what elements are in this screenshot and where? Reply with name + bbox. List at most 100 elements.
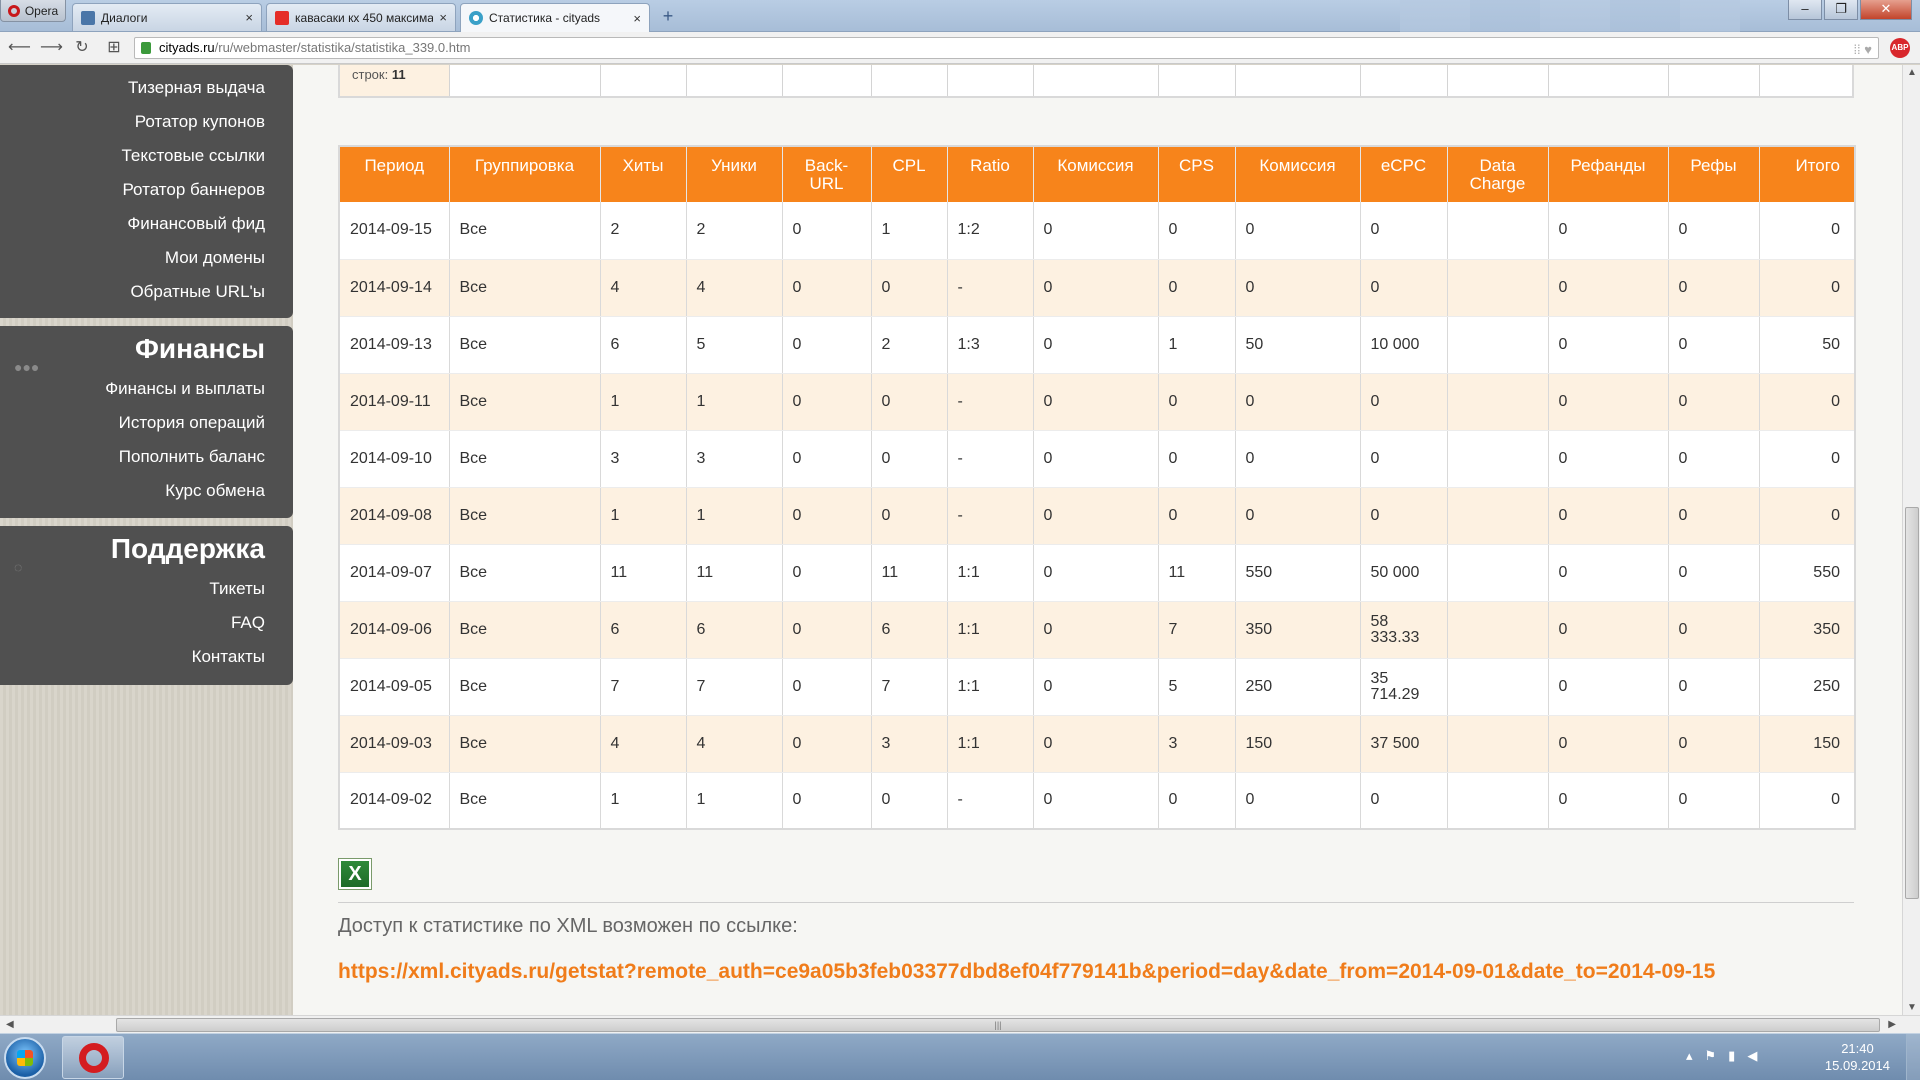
column-header[interactable]: Data Charge [1447, 146, 1549, 202]
tab-close-icon[interactable]: × [245, 10, 253, 25]
table-cell: 0 [1033, 259, 1159, 317]
sidebar-item-finance-feed[interactable]: Финансовый фид [0, 207, 293, 241]
close-window-icon[interactable]: ✕ [1860, 0, 1912, 20]
url-input[interactable]: cityads.ru/ru/webmaster/statistika/stati… [134, 37, 1879, 59]
vertical-scrollbar[interactable]: ▲ ▼ [1902, 65, 1920, 1015]
rows-count-cell: строк: 11 [340, 65, 450, 96]
table-cell: 0 [782, 601, 872, 659]
forward-icon[interactable]: ⟶ [40, 38, 63, 58]
table-cell: 11 [686, 544, 783, 602]
sidebar-item-text-links[interactable]: Текстовые ссылки [0, 139, 293, 173]
table-cell: 1 [600, 772, 687, 830]
adblock-plus-icon[interactable]: ABP [1890, 38, 1910, 58]
column-header[interactable]: Ratio [947, 146, 1034, 202]
scroll-right-icon[interactable]: ▶ [1888, 1019, 1896, 1030]
sidebar-item-faq[interactable]: FAQ [0, 606, 293, 640]
table-header-row: Период Группировка Хиты Уники Back-URL CPL Rat… [339, 146, 1856, 202]
tab-close-icon[interactable]: × [439, 10, 447, 25]
table-cell: 4 [600, 715, 687, 773]
column-header[interactable]: Итого [1759, 146, 1856, 202]
table-cell: 1:2 [947, 202, 1034, 260]
table-cell [1447, 658, 1549, 716]
sidebar-item-finance-payouts[interactable]: Финансы и выплаты [0, 372, 293, 406]
sidebar-item-banner-rotator[interactable]: Ротатор баннеров [0, 173, 293, 207]
table-cell: 0 [1033, 430, 1159, 488]
lifebuoy-icon: ◌ [14, 559, 23, 575]
table-cell: 0 [871, 772, 948, 830]
horizontal-scroll-thumb[interactable]: ||| [116, 1018, 1880, 1032]
table-cell: 35 714.29 [1360, 658, 1448, 716]
summary-cell [1159, 65, 1236, 96]
opera-menu-button[interactable]: Opera [0, 0, 66, 22]
show-desktop-button[interactable] [1906, 1034, 1920, 1080]
column-header[interactable]: Комиссия [1235, 146, 1361, 202]
taskbar-opera-button[interactable] [62, 1036, 124, 1079]
tab-statistics[interactable]: Статистика - cityads × [460, 3, 650, 32]
speed-dial-icon[interactable]: ⊞ [104, 38, 124, 58]
table-cell: 0 [1033, 658, 1159, 716]
sidebar-item-top-up-balance[interactable]: Пополнить баланс [0, 440, 293, 474]
table-cell: Все [449, 772, 601, 830]
column-header[interactable]: Комиссия [1033, 146, 1159, 202]
table-cell: 1:1 [947, 658, 1034, 716]
tab-close-icon[interactable]: × [633, 11, 641, 26]
sidebar-item-operations-history[interactable]: История операций [0, 406, 293, 440]
horizontal-scrollbar[interactable]: ◀ ||| ▶ [0, 1015, 1920, 1033]
table-cell: 0 [871, 487, 948, 545]
tab-dialogs[interactable]: Диалоги × [72, 3, 262, 31]
table-cell: 7 [686, 658, 783, 716]
table-row: 2014-09-02 Все 1 1 0 0-0 0 0 0 0 0 0 [339, 772, 1856, 830]
table-cell: 0 [1360, 202, 1448, 260]
scroll-up-icon[interactable]: ▲ [1907, 67, 1917, 78]
table-cell: - [947, 430, 1034, 488]
table-cell: 0 [782, 373, 872, 431]
sidebar-item-contacts[interactable]: Контакты [0, 640, 293, 674]
bookmark-heart-icon[interactable]: ⁞⁞ ♥ [1853, 40, 1872, 60]
column-header[interactable]: eCPC [1360, 146, 1448, 202]
table-cell [1447, 373, 1549, 431]
table-cell: Все [449, 373, 601, 431]
table-cell: 10 000 [1360, 316, 1448, 374]
xml-stat-link[interactable]: https://xml.cityads.ru/getstat?remote_au… [338, 960, 1858, 984]
column-header[interactable]: Период [339, 146, 450, 202]
tray-icons[interactable]: ▴⚑▮◀ [1686, 1048, 1769, 1064]
column-header[interactable]: Хиты [600, 146, 687, 202]
table-row: 2014-09-07 Все 11 11 0 11 1:1 0 11 550 50 000 0 0 550 [339, 544, 1856, 602]
sidebar-item-tickets[interactable]: Тикеты [0, 572, 293, 606]
column-header[interactable]: Группировка [449, 146, 601, 202]
scroll-left-icon[interactable]: ◀ [6, 1019, 14, 1030]
column-header[interactable]: Уники [686, 146, 783, 202]
tab-youtube[interactable]: кавасаки кх 450 максимальная × [266, 3, 456, 31]
clock[interactable]: 21:40 15.09.2014 [1825, 1040, 1890, 1074]
table-cell: 2 [686, 202, 783, 260]
sidebar-item-my-domains[interactable]: Мои домены [0, 241, 293, 275]
column-header[interactable]: CPS [1158, 146, 1236, 202]
sidebar-item-back-urls[interactable]: Обратные URL'ы [0, 275, 293, 309]
maximize-icon[interactable]: ❐ [1824, 0, 1858, 20]
excel-export-icon[interactable]: X [338, 858, 372, 890]
minimize-icon[interactable]: – [1788, 0, 1822, 20]
sidebar-item-teaser[interactable]: Тизерная выдача [0, 71, 293, 105]
column-header[interactable]: Рефы [1668, 146, 1760, 202]
table-cell: 0 [1033, 487, 1159, 545]
back-icon[interactable]: ⟵ [8, 38, 31, 58]
reload-icon[interactable]: ↻ [72, 38, 92, 58]
table-cell: 0 [1235, 487, 1361, 545]
column-header[interactable]: CPL [871, 146, 948, 202]
summary-cell [1361, 65, 1448, 96]
table-cell: Все [449, 202, 601, 260]
scroll-down-icon[interactable]: ▼ [1907, 1002, 1917, 1013]
column-header[interactable]: Рефанды [1548, 146, 1669, 202]
tab-label: Диалоги [101, 10, 148, 25]
new-tab-button[interactable]: + [658, 6, 678, 26]
sidebar-item-exchange-rate[interactable]: Курс обмена [0, 474, 293, 508]
column-header[interactable]: Back-URL [782, 146, 872, 202]
table-cell: 5 [686, 316, 783, 374]
sidebar-item-coupon-rotator[interactable]: Ротатор купонов [0, 105, 293, 139]
table-cell: 150 [1759, 715, 1856, 773]
table-cell: 50 [1235, 316, 1361, 374]
table-cell: - [947, 772, 1034, 830]
vertical-scroll-thumb[interactable] [1905, 507, 1919, 899]
summary-cell [1549, 65, 1669, 96]
start-button[interactable] [4, 1037, 46, 1079]
